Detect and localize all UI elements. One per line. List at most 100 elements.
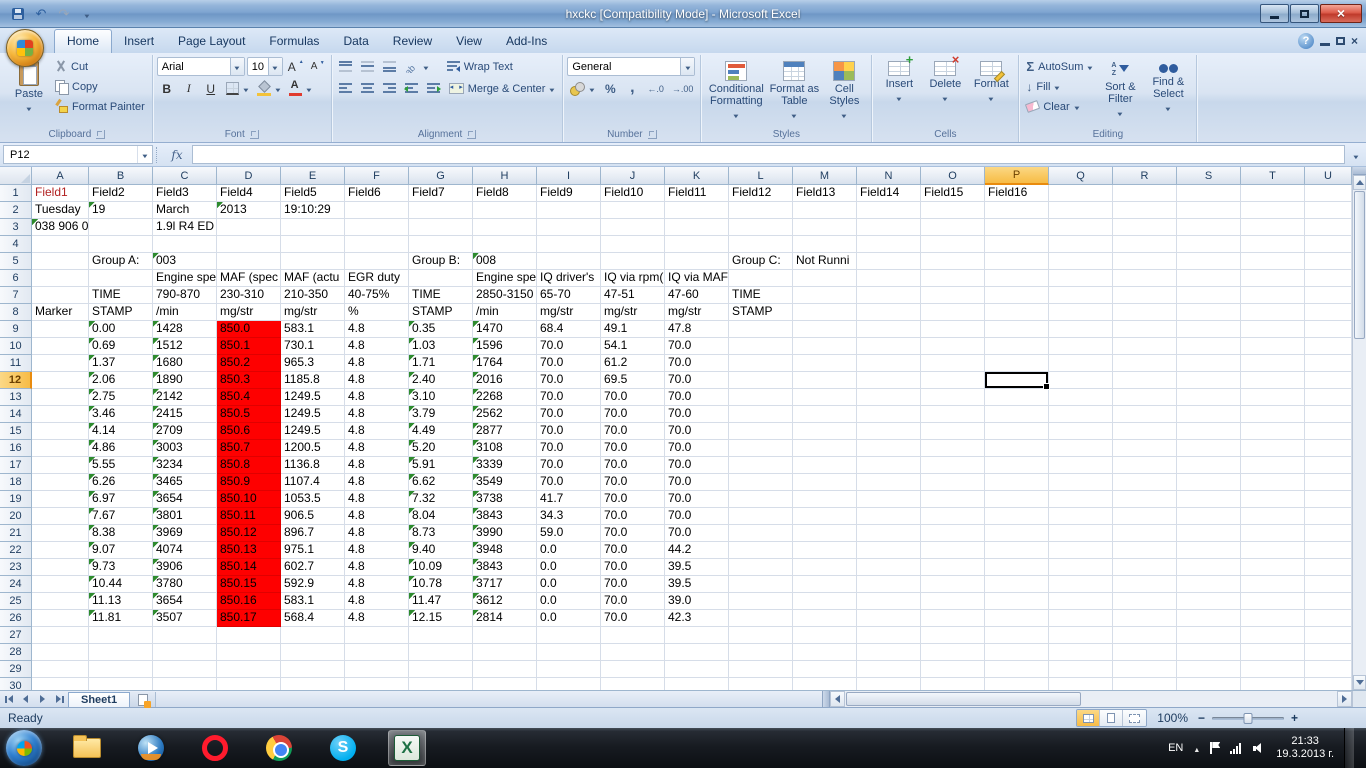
cell-S8[interactable]: [1177, 304, 1241, 321]
cell-D15[interactable]: 850.6: [217, 423, 281, 440]
cell-F25[interactable]: 4.8: [345, 593, 409, 610]
borders-button[interactable]: [223, 79, 252, 98]
cell-E5[interactable]: [281, 253, 345, 270]
cell-A27[interactable]: [32, 627, 89, 644]
cell-F4[interactable]: [345, 236, 409, 253]
cell-K24[interactable]: 39.5: [665, 576, 729, 593]
cell-C3[interactable]: 1.9l R4 ED: [153, 219, 217, 236]
cell-G27[interactable]: [409, 627, 473, 644]
cell-I13[interactable]: 70.0: [537, 389, 601, 406]
tab-split-handle[interactable]: [822, 691, 830, 707]
cell-D13[interactable]: 850.4: [217, 389, 281, 406]
align-middle-button[interactable]: [358, 57, 378, 76]
cell-J26[interactable]: 70.0: [601, 610, 665, 627]
cell-M29[interactable]: [793, 661, 857, 678]
cell-B15[interactable]: 4.14: [89, 423, 153, 440]
cell-J6[interactable]: IQ via rpm(: [601, 270, 665, 287]
row-header-2[interactable]: 2: [0, 202, 32, 219]
cell-B9[interactable]: 0.00: [89, 321, 153, 338]
cell-N9[interactable]: [857, 321, 921, 338]
cell-J24[interactable]: 70.0: [601, 576, 665, 593]
cell-M10[interactable]: [793, 338, 857, 355]
cell-O29[interactable]: [921, 661, 985, 678]
cell-J10[interactable]: 54.1: [601, 338, 665, 355]
cell-F18[interactable]: 4.8: [345, 474, 409, 491]
cell-U23[interactable]: [1305, 559, 1352, 576]
workbook-minimize-icon[interactable]: [1320, 43, 1330, 46]
cell-C23[interactable]: 3906: [153, 559, 217, 576]
format-cells-button[interactable]: Format: [968, 57, 1014, 127]
align-top-button[interactable]: [336, 57, 356, 76]
cell-N19[interactable]: [857, 491, 921, 508]
language-indicator[interactable]: EN: [1168, 742, 1183, 754]
cell-T10[interactable]: [1241, 338, 1305, 355]
cell-I11[interactable]: 70.0: [537, 355, 601, 372]
cell-U1[interactable]: [1305, 185, 1352, 202]
cell-Q7[interactable]: [1049, 287, 1113, 304]
cell-I27[interactable]: [537, 627, 601, 644]
cell-I25[interactable]: 0.0: [537, 593, 601, 610]
cell-D8[interactable]: mg/str: [217, 304, 281, 321]
cell-N30[interactable]: [857, 678, 921, 690]
cell-G29[interactable]: [409, 661, 473, 678]
horizontal-scrollbar[interactable]: [830, 691, 1352, 707]
cell-N17[interactable]: [857, 457, 921, 474]
cell-I5[interactable]: [537, 253, 601, 270]
show-desktop-button[interactable]: [1344, 728, 1354, 768]
cell-F10[interactable]: 4.8: [345, 338, 409, 355]
cell-R2[interactable]: [1113, 202, 1177, 219]
select-all-button[interactable]: [0, 167, 32, 185]
cell-F20[interactable]: 4.8: [345, 508, 409, 525]
cell-M7[interactable]: [793, 287, 857, 304]
cell-Q20[interactable]: [1049, 508, 1113, 525]
cell-B27[interactable]: [89, 627, 153, 644]
insert-worksheet-button[interactable]: [130, 692, 156, 707]
show-hidden-icons-button[interactable]: [1193, 741, 1200, 755]
cell-J18[interactable]: 70.0: [601, 474, 665, 491]
cell-S20[interactable]: [1177, 508, 1241, 525]
cell-I23[interactable]: 0.0: [537, 559, 601, 576]
cell-H8[interactable]: /min: [473, 304, 537, 321]
column-header-Q[interactable]: Q: [1049, 167, 1113, 185]
row-header-8[interactable]: 8: [0, 304, 32, 321]
zoom-track[interactable]: [1212, 717, 1284, 720]
cell-P9[interactable]: [985, 321, 1049, 338]
column-header-K[interactable]: K: [665, 167, 729, 185]
cell-G4[interactable]: [409, 236, 473, 253]
cell-T12[interactable]: [1241, 372, 1305, 389]
start-button[interactable]: [6, 730, 42, 766]
cell-O18[interactable]: [921, 474, 985, 491]
cell-S7[interactable]: [1177, 287, 1241, 304]
cell-P28[interactable]: [985, 644, 1049, 661]
taskbar-excel-button[interactable]: [388, 730, 426, 766]
cell-G17[interactable]: 5.91: [409, 457, 473, 474]
cell-U7[interactable]: [1305, 287, 1352, 304]
cell-E21[interactable]: 896.7: [281, 525, 345, 542]
cell-R10[interactable]: [1113, 338, 1177, 355]
cell-Q27[interactable]: [1049, 627, 1113, 644]
scroll-down-button[interactable]: [1353, 675, 1366, 690]
sort-filter-button[interactable]: Sort & Filter: [1096, 57, 1144, 127]
cell-H24[interactable]: 3717: [473, 576, 537, 593]
cell-R25[interactable]: [1113, 593, 1177, 610]
column-header-N[interactable]: N: [857, 167, 921, 185]
cell-A3[interactable]: 038 906 01: [32, 219, 89, 236]
cell-M15[interactable]: [793, 423, 857, 440]
cell-E29[interactable]: [281, 661, 345, 678]
cell-L3[interactable]: [729, 219, 793, 236]
formula-input[interactable]: [192, 145, 1345, 164]
cell-L8[interactable]: STAMP: [729, 304, 793, 321]
cell-Q30[interactable]: [1049, 678, 1113, 690]
cell-I30[interactable]: [537, 678, 601, 690]
tab-formulas[interactable]: Formulas: [257, 30, 331, 53]
cell-A10[interactable]: [32, 338, 89, 355]
column-header-H[interactable]: H: [473, 167, 537, 185]
cell-O12[interactable]: [921, 372, 985, 389]
cell-C2[interactable]: March: [153, 202, 217, 219]
cell-M12[interactable]: [793, 372, 857, 389]
cell-A25[interactable]: [32, 593, 89, 610]
dialog-launcher-icon[interactable]: [96, 130, 105, 139]
tab-insert[interactable]: Insert: [112, 30, 166, 53]
column-header-L[interactable]: L: [729, 167, 793, 185]
cell-F12[interactable]: 4.8: [345, 372, 409, 389]
